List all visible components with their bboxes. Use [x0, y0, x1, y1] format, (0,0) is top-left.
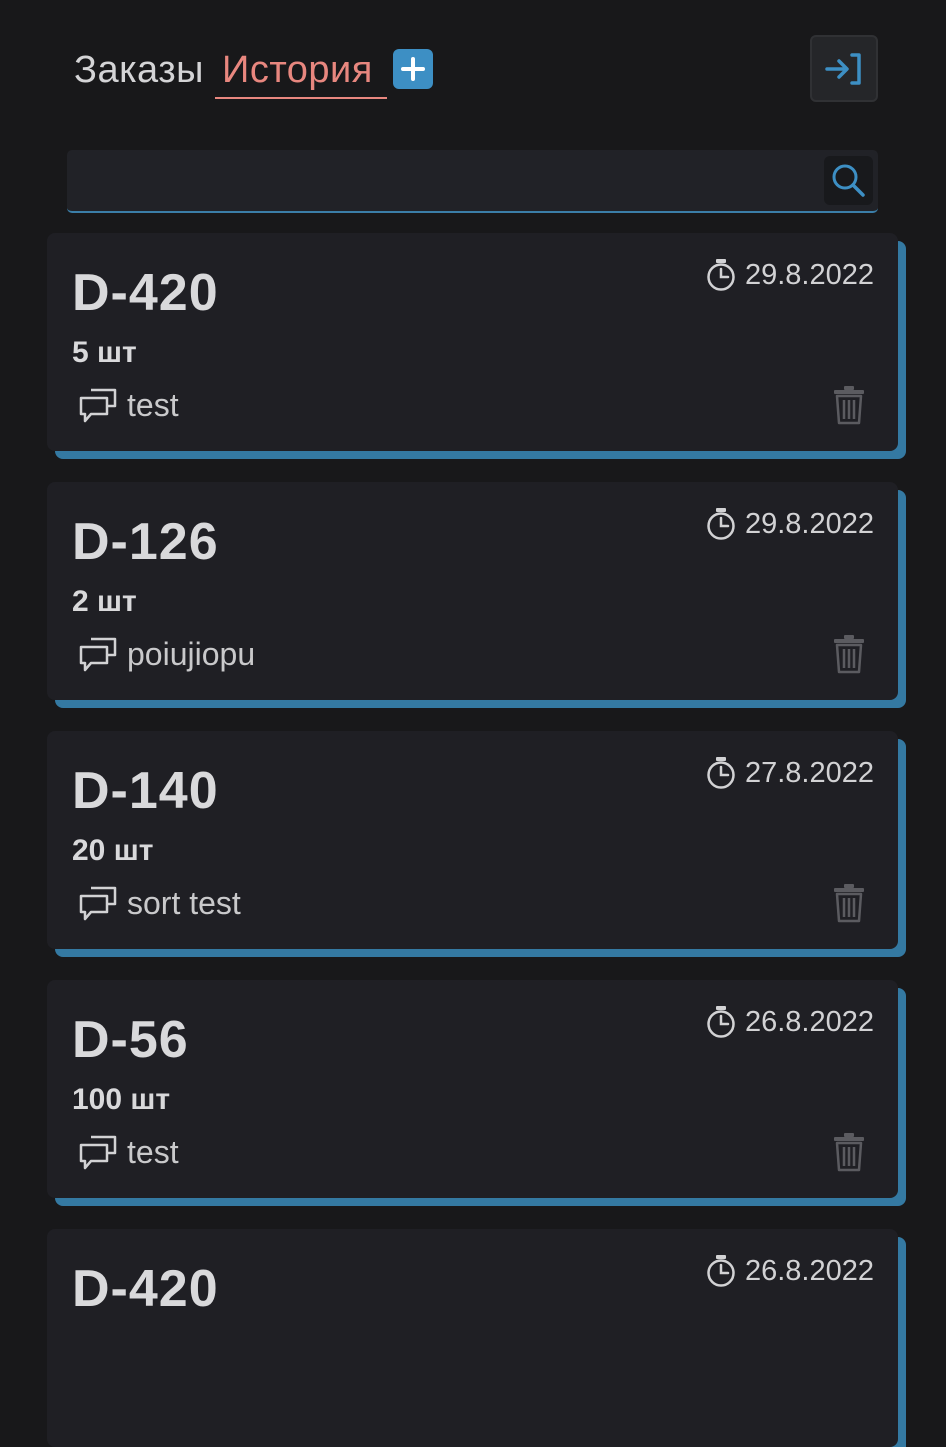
order-comment: test: [77, 1130, 179, 1174]
order-comment-text: test: [127, 1133, 179, 1170]
logout-button[interactable]: [810, 35, 878, 102]
tab-orders[interactable]: Заказы: [74, 46, 204, 94]
order-quantity: 5 шт: [72, 336, 137, 369]
stopwatch-icon: [707, 259, 735, 291]
delete-order-button[interactable]: [833, 883, 865, 923]
chat-bubbles-icon: [79, 388, 117, 423]
search-bar: [67, 150, 878, 213]
order-card[interactable]: D-126 29.8.2022 2 шт poiujiopu: [47, 482, 898, 700]
order-date-text: 26.8.2022: [744, 1005, 874, 1038]
trash-icon: [834, 884, 864, 923]
chat-bubbles-icon: [79, 1135, 117, 1170]
search-icon: [832, 164, 865, 197]
order-card[interactable]: D-140 27.8.2022 20 шт sort test: [47, 731, 898, 949]
search-button[interactable]: [824, 156, 873, 205]
trash-icon: [834, 635, 864, 674]
order-comment-text: test: [127, 386, 179, 423]
order-date: 27.8.2022: [705, 755, 874, 791]
chat-bubbles-icon: [79, 637, 117, 672]
order-date-text: 26.8.2022: [744, 1254, 874, 1287]
order-card[interactable]: D-56 26.8.2022 100 шт test: [47, 980, 898, 1198]
app-header: Заказы История: [0, 0, 946, 140]
active-tab-indicator: [215, 97, 387, 99]
order-code: D-420: [72, 1260, 219, 1318]
order-comment: test: [77, 383, 179, 427]
order-code: D-126: [72, 513, 219, 571]
order-date: 26.8.2022: [705, 1004, 874, 1040]
order-code: D-420: [72, 264, 219, 322]
delete-order-button[interactable]: [833, 385, 865, 425]
stopwatch-icon: [707, 1006, 735, 1038]
order-date: 29.8.2022: [705, 506, 874, 542]
order-comment-text: poiujiopu: [127, 635, 256, 672]
trash-icon: [834, 386, 864, 425]
stopwatch-icon: [707, 1255, 735, 1287]
delete-order-button[interactable]: [833, 634, 865, 674]
order-comment: poiujiopu: [77, 632, 255, 676]
order-date-text: 27.8.2022: [744, 756, 874, 789]
stopwatch-icon: [707, 508, 735, 540]
order-quantity: 2 шт: [72, 585, 137, 618]
order-quantity: 100 шт: [72, 1083, 171, 1116]
order-date: 29.8.2022: [705, 257, 874, 293]
add-order-button[interactable]: [393, 49, 433, 89]
logout-icon: [825, 53, 861, 85]
order-code: D-56: [72, 1011, 189, 1069]
trash-icon: [834, 1133, 864, 1172]
order-comment: sort test: [77, 881, 241, 925]
order-code: D-140: [72, 762, 219, 820]
order-quantity: 20 шт: [72, 834, 154, 867]
order-date-text: 29.8.2022: [744, 507, 874, 540]
tab-history[interactable]: История: [222, 46, 373, 94]
order-comment-text: sort test: [127, 884, 241, 921]
order-date-text: 29.8.2022: [744, 258, 874, 291]
delete-order-button[interactable]: [833, 1132, 865, 1172]
stopwatch-icon: [707, 757, 735, 789]
chat-bubbles-icon: [79, 886, 117, 921]
order-card[interactable]: D-420 29.8.2022 5 шт test: [47, 233, 898, 451]
search-input[interactable]: [67, 150, 817, 211]
order-card[interactable]: D-420 26.8.2022: [47, 1229, 898, 1447]
order-date: 26.8.2022: [705, 1253, 874, 1289]
